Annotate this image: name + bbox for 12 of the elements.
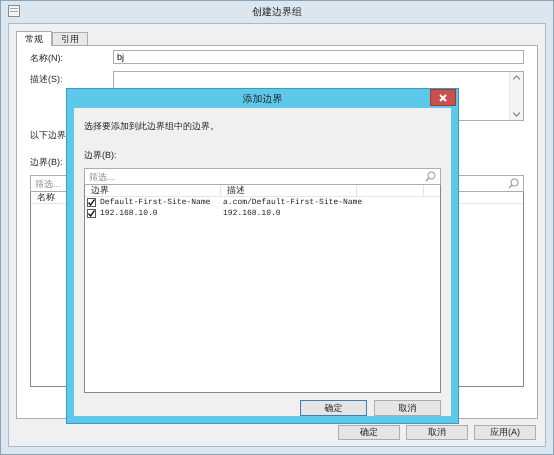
field-label: 名称(N): — [30, 52, 64, 65]
dialog-title: 添加边界 — [242, 92, 282, 106]
list-label: 边界(B): — [30, 156, 64, 169]
list-label: 边界(B): — [84, 149, 118, 162]
table-cell-text: Default-First-Site-Name — [100, 198, 212, 207]
info-text: 以下边界 — [30, 129, 67, 142]
table-cell: 192.168.10.0 — [223, 209, 281, 218]
prompt-text: 选择要添加到此边界组中的边界。 — [84, 120, 220, 133]
table-cell-text: 192.168.10.0 — [100, 209, 159, 218]
window-title: 创建边界组 — [252, 6, 302, 19]
field-label: 描述(S): — [30, 73, 64, 86]
table-cell: a.com/Default-First-Site-Name — [223, 198, 362, 207]
